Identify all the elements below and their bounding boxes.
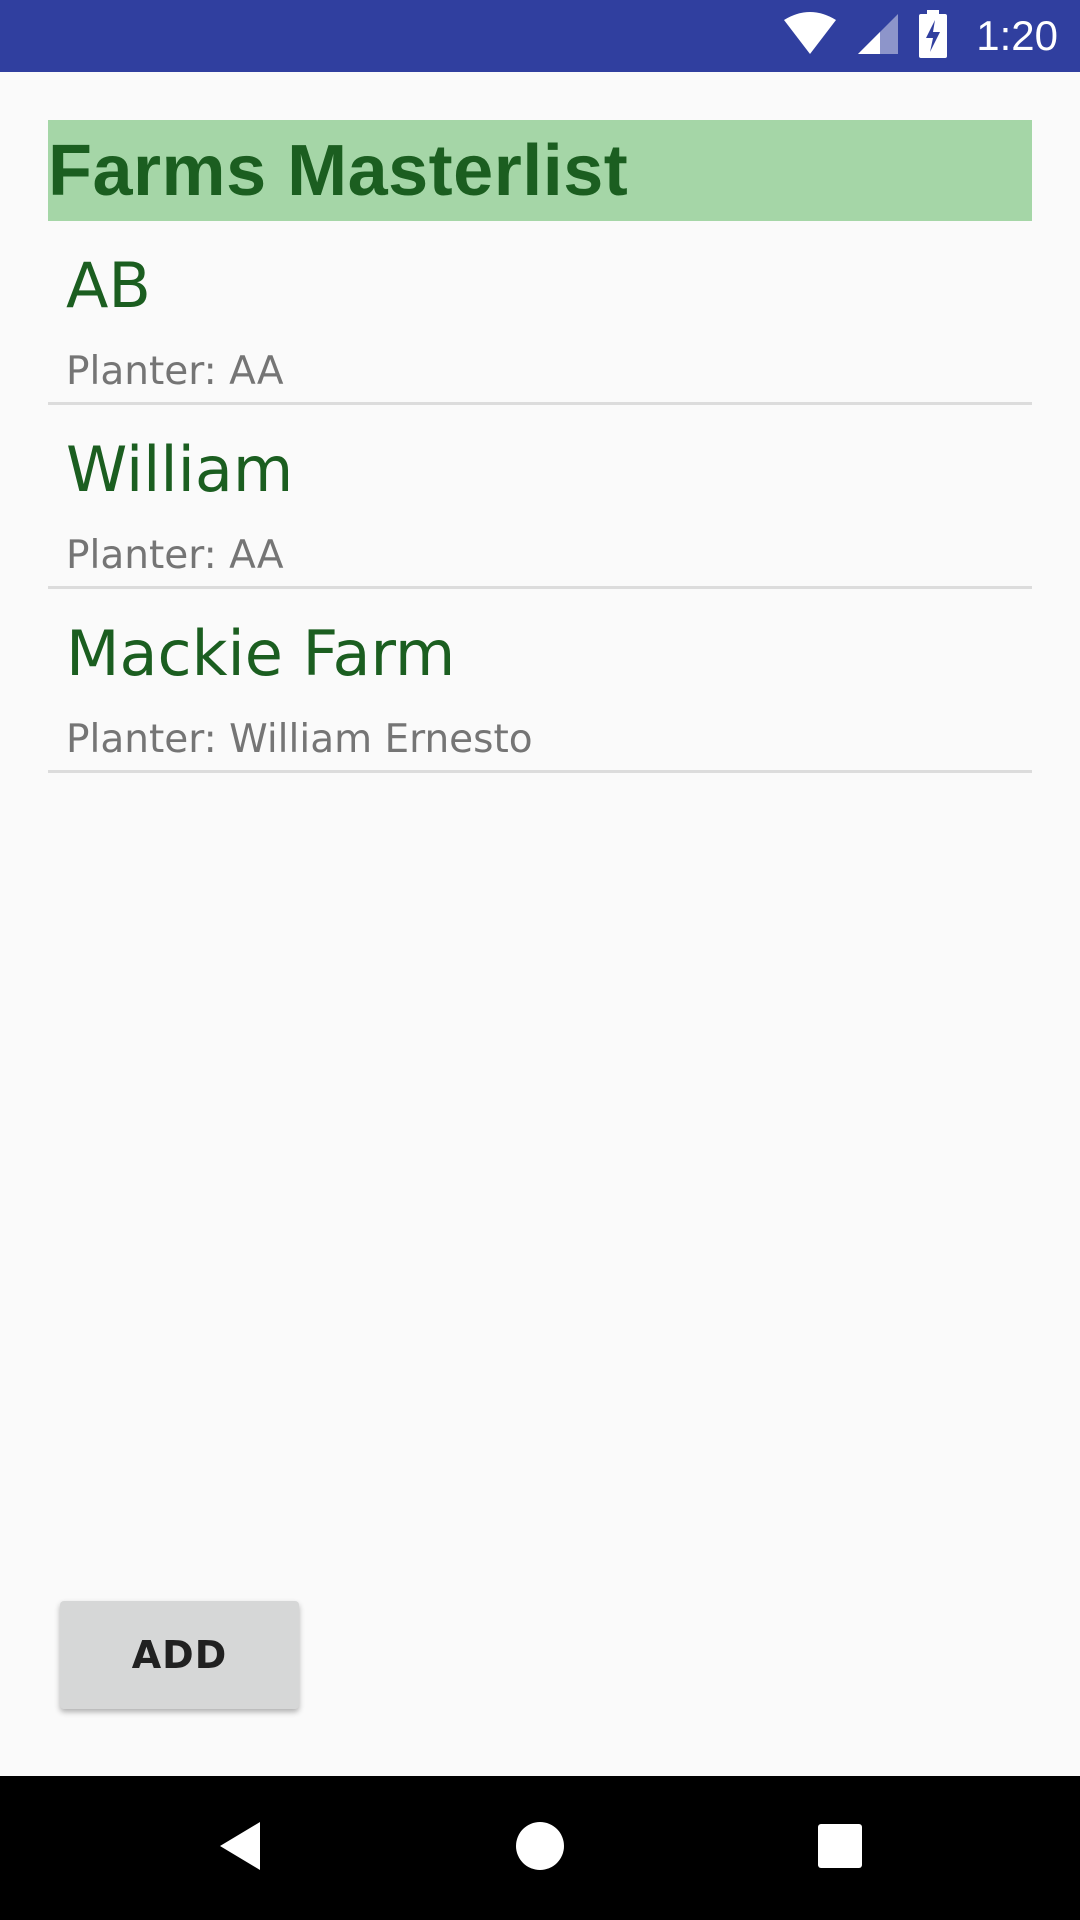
farm-name: William — [66, 433, 294, 506]
home-button[interactable] — [460, 1776, 620, 1920]
title-bar: Farms Masterlist — [48, 120, 1032, 221]
farm-planter: Planter: AA — [66, 533, 284, 578]
farm-list-screen: Farms Masterlist AB Planter: AA William … — [48, 120, 1032, 773]
status-icons: 1:20 — [782, 0, 1058, 72]
farm-planter: Planter: AA — [66, 349, 284, 394]
navigation-bar — [0, 1776, 1080, 1920]
recents-icon — [817, 1823, 863, 1873]
list-item[interactable]: William Planter: AA — [48, 405, 1032, 589]
status-time: 1:20 — [976, 12, 1058, 59]
home-icon — [515, 1821, 565, 1875]
wifi-icon — [782, 12, 838, 60]
list-item[interactable]: Mackie Farm Planter: William Ernesto — [48, 589, 1032, 773]
status-bar: 1:20 — [0, 0, 1080, 72]
back-button[interactable] — [160, 1776, 320, 1920]
farm-name: Mackie Farm — [66, 617, 456, 690]
farm-name: AB — [66, 249, 151, 322]
back-icon — [216, 1820, 264, 1876]
page-title: Farms Masterlist — [48, 130, 629, 211]
list-item[interactable]: AB Planter: AA — [48, 221, 1032, 405]
cell-signal-icon — [856, 12, 900, 60]
recents-button[interactable] — [760, 1776, 920, 1920]
add-button[interactable]: ADD — [60, 1601, 299, 1709]
battery-charging-icon — [918, 10, 948, 62]
farm-planter: Planter: William Ernesto — [66, 717, 533, 762]
